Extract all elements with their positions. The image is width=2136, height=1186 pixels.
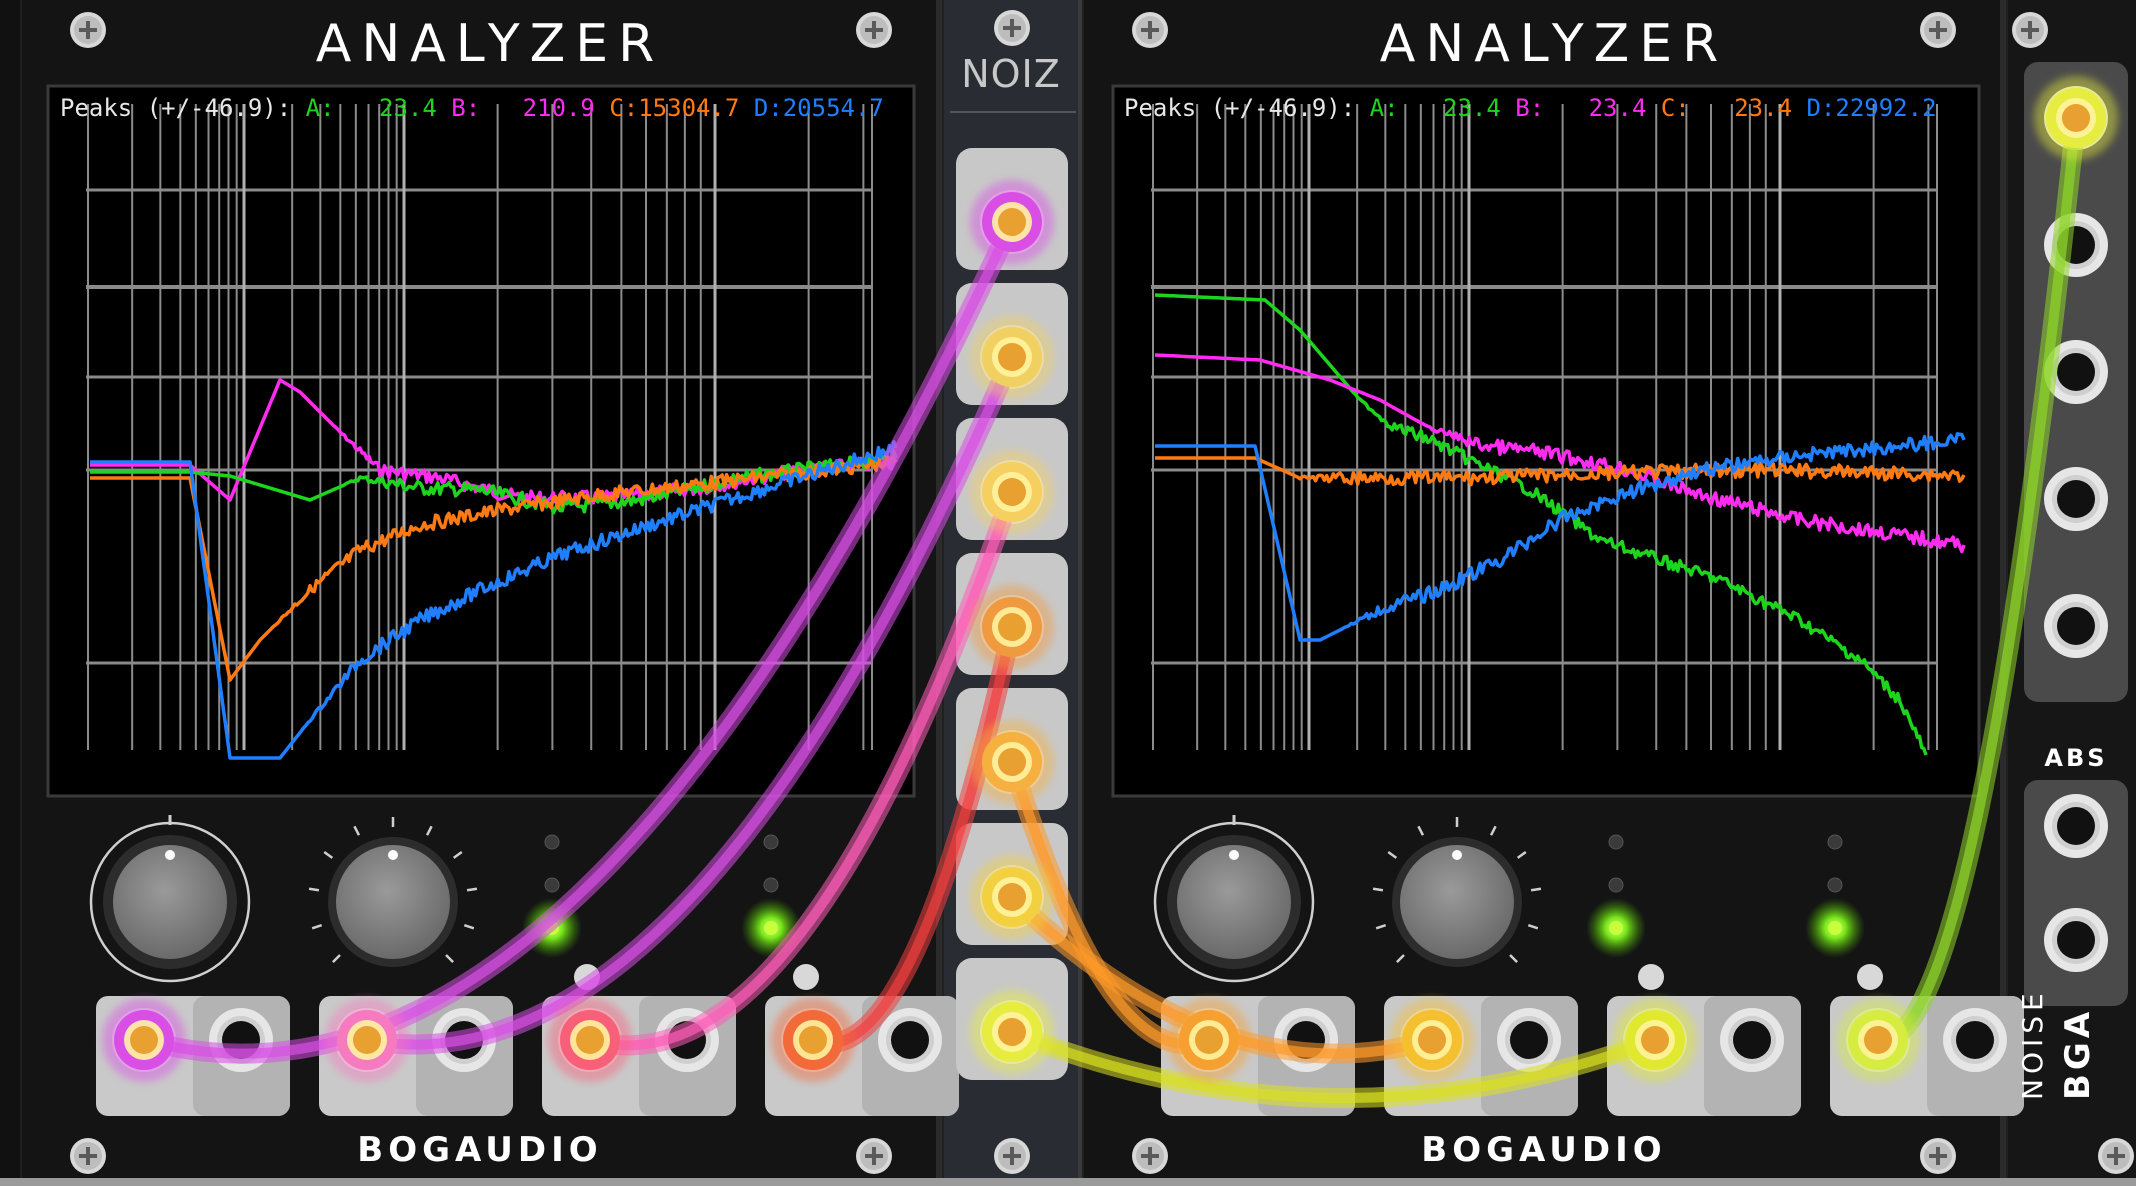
analyzer-left-title: ANALYZER — [315, 14, 665, 74]
left-ch3-in-plug[interactable] — [548, 998, 632, 1082]
noiz-gry-plug[interactable] — [970, 315, 1054, 399]
channel-thru-jack[interactable] — [1943, 1008, 2007, 1072]
quality-option[interactable] — [544, 834, 560, 850]
left-ch4-in-plug[interactable] — [771, 998, 855, 1082]
screw-icon — [70, 12, 106, 48]
screw-icon — [856, 1138, 892, 1174]
peak-b-label: B: — [451, 94, 481, 122]
peak-d-value: 22992.2 — [1835, 94, 1937, 122]
screw-icon — [1920, 1138, 1956, 1174]
analyzer-right-title: ANALYZER — [1379, 14, 1729, 74]
rack-workspace: ANALYZER Peaks (+/-46.9): A: 23.4 B: 210… — [0, 0, 2136, 1186]
noise-output-gauss-jack[interactable] — [2044, 594, 2108, 658]
right-ch3-in-plug[interactable] — [1613, 998, 1697, 1082]
noise-blue-plug[interactable] — [2034, 76, 2118, 160]
noiz-viol-plug[interactable] — [970, 585, 1054, 669]
noise-output-red-jack[interactable] — [2044, 467, 2108, 531]
rack-svg — [0, 0, 2136, 1186]
screw-icon — [2098, 1138, 2134, 1174]
screw-icon — [1132, 12, 1168, 48]
analyzer-left-display — [46, 84, 916, 798]
noise-name-vertical: NOISE — [2016, 988, 2049, 1100]
quality-option[interactable] — [1608, 834, 1624, 850]
noiz-wht-plug[interactable] — [970, 990, 1054, 1074]
analyzer-right-display — [1111, 84, 1981, 798]
quality-option[interactable] — [544, 877, 560, 893]
window-button[interactable] — [1857, 964, 1883, 990]
analyzer-left-brand: BOGAUDIO — [357, 1130, 603, 1170]
rack-left-edge — [0, 0, 20, 1186]
peak-c-value: 23.4 — [1734, 94, 1793, 122]
window-option[interactable] — [763, 834, 779, 850]
analyzer-right-peaks-readout: Peaks (+/-46.9): A: 23.4 B: 23.4 C: 23.4… — [1124, 94, 1937, 122]
screw-icon — [2012, 12, 2048, 48]
peak-a-label: A: — [1369, 94, 1399, 122]
screw-icon — [856, 12, 892, 48]
noiz-blu-plug[interactable] — [970, 450, 1054, 534]
peak-c-value: 15304.7 — [638, 94, 740, 122]
channel-thru-jack[interactable] — [878, 1008, 942, 1072]
screw-icon — [1920, 12, 1956, 48]
window-button[interactable] — [793, 964, 819, 990]
peak-b-value: 210.9 — [522, 94, 595, 122]
abs-in-jack[interactable] — [2044, 794, 2108, 858]
analyzer-left-peaks-readout: Peaks (+/-46.9): A: 23.4 B: 210.9 C:1530… — [60, 94, 884, 122]
peaks-prefix: Peaks (+/-46.9): — [60, 94, 292, 122]
right-ch4-in-plug[interactable] — [1836, 998, 1920, 1082]
screw-icon — [994, 1138, 1030, 1174]
peaks-prefix: Peaks (+/-46.9): — [1124, 94, 1356, 122]
screw-icon — [1132, 1138, 1168, 1174]
peak-c-label: C: — [1660, 94, 1690, 122]
abs-out-jack[interactable] — [2044, 908, 2108, 972]
channel-thru-jack[interactable] — [1720, 1008, 1784, 1072]
noiz-pnk-plug[interactable] — [970, 855, 1054, 939]
abs-label: ABS — [2044, 744, 2108, 772]
peak-b-value: 23.4 — [1588, 94, 1647, 122]
peak-a-label: A: — [305, 94, 335, 122]
right-ch1-in-plug[interactable] — [1167, 998, 1251, 1082]
quality-option[interactable] — [1608, 877, 1624, 893]
rack-bottom-rail — [0, 1178, 2136, 1186]
bga-brand-vertical: BGA — [2058, 1007, 2098, 1100]
peak-d-label: D: — [753, 94, 783, 122]
peak-a-value: 23.4 — [1443, 94, 1501, 122]
window-option[interactable] — [763, 877, 779, 893]
peak-d-label: D: — [1806, 94, 1836, 122]
screw-icon — [994, 10, 1030, 46]
analyzer-right-brand: BOGAUDIO — [1421, 1130, 1667, 1170]
peak-c-label: C: — [609, 94, 639, 122]
peak-a-value: 23.4 — [379, 94, 437, 122]
window-option[interactable] — [1805, 898, 1865, 958]
quality-option[interactable] — [1586, 898, 1646, 958]
noiz-title: NOIZ — [961, 52, 1061, 96]
screw-icon — [70, 1138, 106, 1174]
peak-b-label: B: — [1515, 94, 1545, 122]
peak-d-value: 20554.7 — [782, 94, 884, 122]
noiz-blk-plug[interactable] — [970, 180, 1054, 264]
window-option[interactable] — [1827, 834, 1843, 850]
noiz-edge — [1078, 0, 1082, 1178]
quality-button[interactable] — [1638, 964, 1664, 990]
window-option[interactable] — [1827, 877, 1843, 893]
left-ch1-in-plug[interactable] — [102, 998, 186, 1082]
right-ch2-in-plug[interactable] — [1390, 998, 1474, 1082]
left-ch2-in-plug[interactable] — [325, 998, 409, 1082]
noiz-red-plug[interactable] — [970, 720, 1054, 804]
